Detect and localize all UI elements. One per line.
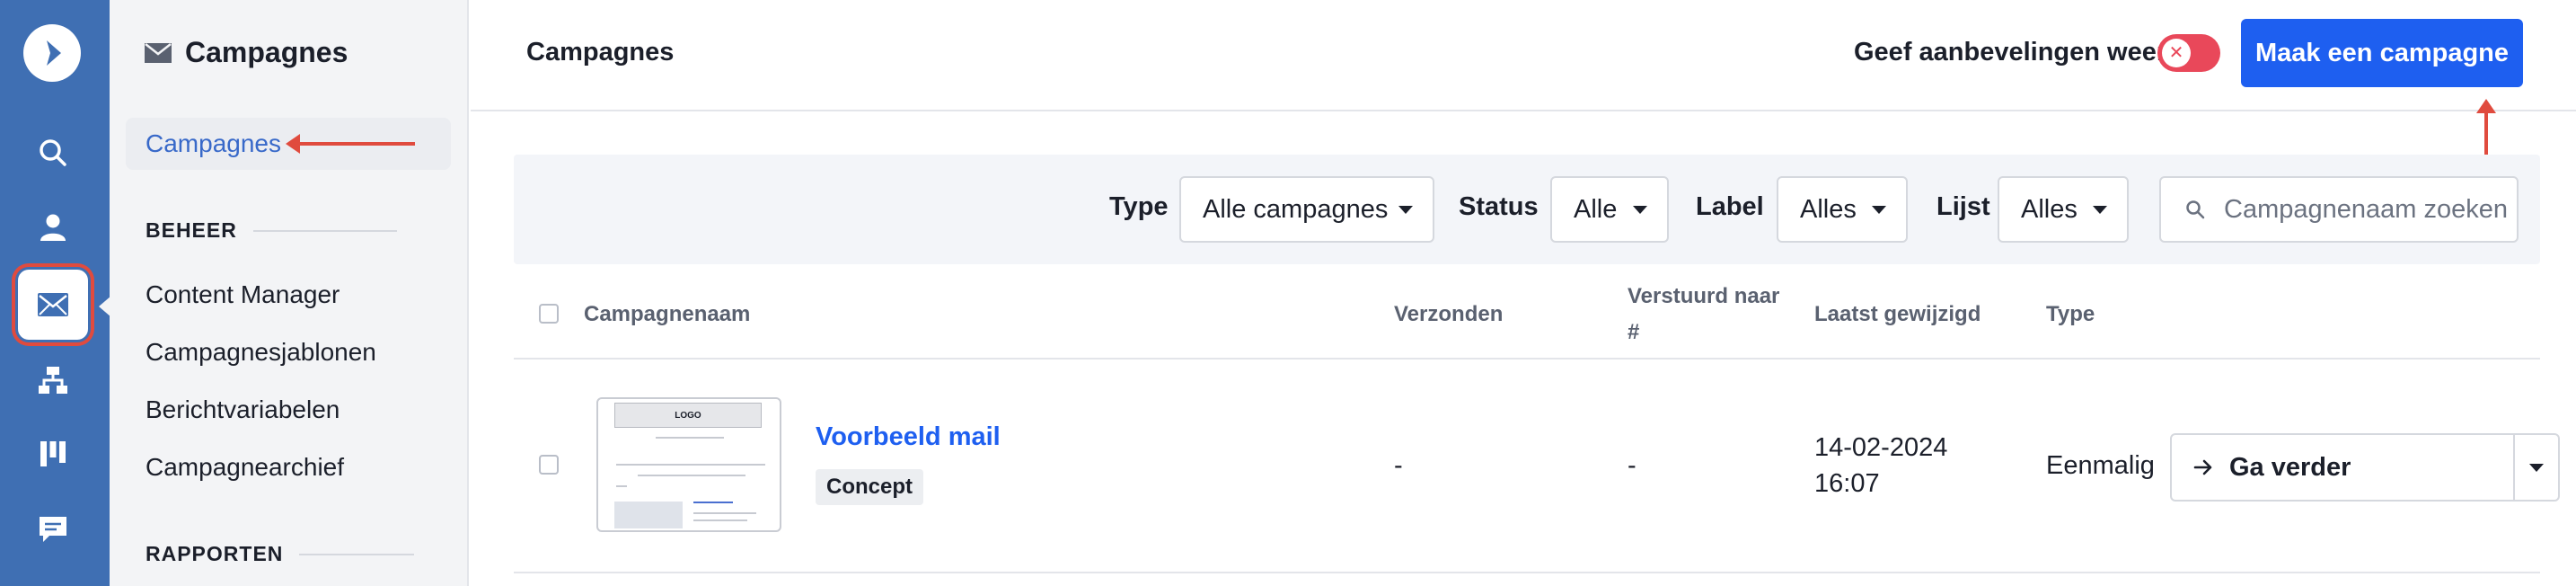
continue-button[interactable]: Ga verder — [2172, 435, 2513, 500]
filter-bar: Type Alle campagnes Status Alle Label Al… — [514, 155, 2540, 264]
page-header: Campagnes Geef aanbevelingen weer ✕ Maak… — [471, 0, 2576, 111]
continue-split-button: Ga verder — [2170, 433, 2560, 502]
column-sent[interactable]: Verzonden — [1394, 302, 1503, 327]
sidebar-title: Campagnes — [185, 36, 348, 68]
column-type[interactable]: Type — [2046, 302, 2095, 327]
rail-automations[interactable] — [18, 345, 88, 415]
campaigns-sidebar: Campagnes Campagnes BEHEER Content Manag… — [110, 0, 469, 586]
filter-status-label: Status — [1459, 192, 1539, 221]
search-icon — [40, 139, 66, 166]
sidebar-item-campaign-templates[interactable]: Campagnesjablonen — [146, 338, 376, 367]
chevron-down-icon — [1398, 205, 1413, 214]
thumbnail-line — [693, 512, 756, 514]
table-header: Campagnenaam Verzonden Verstuurd naar # … — [514, 264, 2540, 360]
sidebar-item-content-manager[interactable]: Content Manager — [146, 280, 340, 309]
section-heading-beheer: BEHEER — [146, 218, 397, 243]
rail-contacts[interactable] — [18, 192, 88, 262]
mail-icon — [145, 42, 172, 63]
cell-modified-time: 16:07 — [1814, 469, 1880, 498]
sidebar-item-campaign-archive[interactable]: Campagnearchief — [146, 453, 344, 482]
section-heading-label: RAPPORTEN — [146, 542, 284, 565]
cell-modified-date: 14-02-2024 — [1814, 433, 1948, 462]
thumbnail-block — [614, 502, 683, 528]
chat-icon — [40, 517, 66, 542]
filter-list-value: Alles — [2021, 194, 2078, 224]
filter-status-value: Alle — [1574, 194, 1618, 224]
chevron-down-icon — [2529, 463, 2544, 472]
mail-icon — [38, 293, 68, 316]
campaign-thumbnail[interactable]: LOGO — [596, 397, 781, 532]
filter-label-value: Alles — [1800, 194, 1857, 224]
filter-type-label: Type — [1109, 192, 1169, 221]
rail-search[interactable] — [18, 118, 88, 188]
sidebar-item-message-variables[interactable]: Berichtvariabelen — [146, 395, 340, 424]
row-checkbox[interactable] — [539, 455, 559, 475]
create-campaign-button[interactable]: Maak een campagne — [2241, 19, 2523, 87]
campaign-search[interactable] — [2159, 176, 2519, 243]
recommendations-toggle[interactable]: ✕ — [2157, 34, 2220, 72]
annotation-arrow — [286, 134, 415, 154]
filter-list-select[interactable]: Alles — [1998, 176, 2129, 243]
select-all-checkbox[interactable] — [539, 304, 559, 324]
filter-label-select[interactable]: Alles — [1777, 176, 1908, 243]
sitemap-icon — [39, 367, 67, 394]
sidebar-header: Campagnes — [144, 36, 348, 69]
campaign-name-link[interactable]: Voorbeeld mail — [816, 422, 1001, 452]
rail-conversations[interactable] — [18, 494, 88, 564]
recommendations-label: Geef aanbevelingen weer — [1854, 38, 2167, 67]
search-input[interactable] — [2224, 194, 2511, 225]
column-last-modified[interactable]: Laatst gewijzigd — [1814, 302, 1981, 327]
thumbnail-line — [693, 502, 733, 503]
user-icon — [40, 214, 66, 241]
status-badge: Concept — [816, 469, 923, 505]
search-icon — [2186, 200, 2205, 219]
thumbnail-line — [616, 485, 627, 487]
table-row: LOGO Voorbeeld mail Concept - - 14-02-20… — [514, 361, 2560, 573]
app-logo[interactable] — [23, 24, 81, 82]
column-campaign-name[interactable]: Campagnenaam — [584, 302, 750, 327]
cell-sent-to: - — [1628, 451, 1636, 480]
continue-button-label: Ga verder — [2229, 452, 2351, 482]
column-sent-to[interactable]: Verstuurd naar — [1628, 284, 1779, 309]
thumbnail-line — [616, 464, 765, 466]
logo-icon — [47, 40, 61, 66]
arrow-right-icon — [2193, 459, 2212, 475]
thumbnail-line — [638, 475, 745, 476]
cell-sent: - — [1394, 451, 1403, 480]
filter-label-label: Label — [1696, 192, 1764, 221]
rail-campaigns[interactable] — [18, 270, 88, 340]
icon-rail — [0, 0, 111, 586]
filter-list-label: Lijst — [1936, 192, 1990, 221]
page-title: Campagnes — [526, 38, 675, 67]
thumbnail-line — [656, 437, 724, 439]
chevron-down-icon — [1872, 205, 1886, 214]
more-actions-dropdown[interactable] — [2515, 435, 2558, 500]
filter-type-select[interactable]: Alle campagnes — [1179, 176, 1434, 243]
section-heading-rapporten: RAPPORTEN — [146, 542, 415, 566]
thumbnail-logo: LOGO — [614, 403, 762, 428]
main-content: Campagnes Geef aanbevelingen weer ✕ Maak… — [471, 0, 2576, 586]
close-icon: ✕ — [2162, 39, 2191, 67]
thumbnail-line — [693, 519, 747, 521]
section-divider — [299, 553, 415, 555]
chevron-down-icon — [2093, 205, 2107, 214]
column-sent-to-suffix: # — [1628, 320, 1640, 344]
section-heading-label: BEHEER — [146, 218, 237, 242]
filter-status-select[interactable]: Alle — [1550, 176, 1669, 243]
cell-type: Eenmalig — [2046, 451, 2155, 480]
section-divider — [252, 229, 397, 232]
chevron-down-icon — [1633, 205, 1647, 214]
filter-type-value: Alle campagnes — [1203, 194, 1389, 224]
board-icon — [40, 441, 66, 466]
rail-pipelines[interactable] — [18, 419, 88, 489]
